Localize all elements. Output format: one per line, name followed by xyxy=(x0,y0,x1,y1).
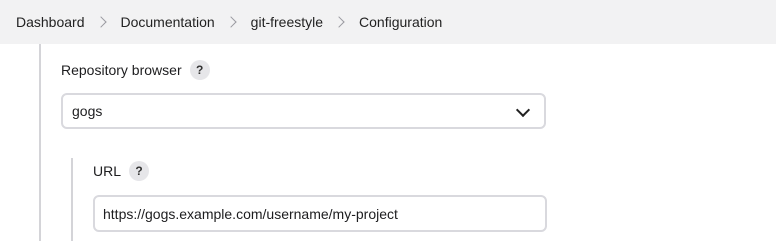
repository-browser-selected-value: gogs xyxy=(72,103,103,119)
breadcrumb-dashboard[interactable]: Dashboard xyxy=(16,14,85,30)
breadcrumb-documentation[interactable]: Documentation xyxy=(121,14,215,30)
breadcrumb-separator-icon xyxy=(225,16,237,28)
url-label-row: URL ? xyxy=(93,161,150,181)
repository-browser-select[interactable]: gogs xyxy=(61,93,546,129)
breadcrumb-separator-icon xyxy=(94,16,107,28)
top-bar: Dashboard Documentation git-freestyle Co… xyxy=(0,0,776,44)
breadcrumb: Dashboard Documentation git-freestyle Co… xyxy=(16,0,442,44)
section-indent-rail xyxy=(39,44,41,241)
url-input[interactable] xyxy=(93,195,547,232)
url-help-icon[interactable]: ? xyxy=(129,161,150,181)
repository-browser-label: Repository browser xyxy=(61,62,182,78)
repository-browser-help-icon[interactable]: ? xyxy=(189,60,210,80)
subsection-indent-rail xyxy=(71,158,73,241)
breadcrumb-git-freestyle[interactable]: git-freestyle xyxy=(251,14,323,30)
breadcrumb-configuration[interactable]: Configuration xyxy=(359,14,442,30)
breadcrumb-separator-icon xyxy=(333,16,345,28)
repository-browser-label-row: Repository browser ? xyxy=(61,60,210,80)
chevron-down-icon xyxy=(515,102,531,118)
url-label: URL xyxy=(93,163,122,179)
